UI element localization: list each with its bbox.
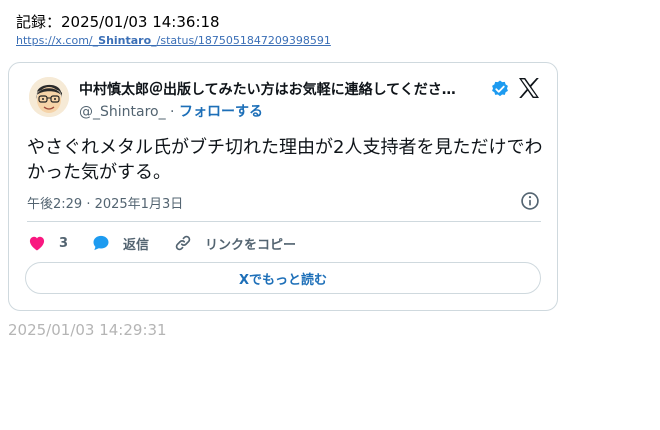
author-handle[interactable]: @_Shintaro_ (79, 104, 166, 120)
heart-icon (29, 236, 45, 251)
source-tweet-link[interactable]: https://x.com/_Shintaro_/status/18750518… (16, 34, 331, 47)
source-link-handle: _Shintaro_ (92, 34, 157, 47)
handle-separator: · (165, 104, 179, 120)
reply-label: 返信 (123, 237, 150, 253)
reply-button[interactable]: 返信 (91, 233, 149, 253)
link-icon (175, 235, 191, 251)
x-logo-icon[interactable] (517, 76, 541, 100)
tweet-card: 中村慎太郎＠出版してみたい方はお気軽に連絡してくださ… @_Shintaro_ … (8, 62, 558, 311)
info-icon[interactable] (520, 191, 540, 211)
read-more-button[interactable]: Xでもっと読む (25, 262, 541, 294)
source-link-prefix: https://x.com/ (16, 34, 93, 47)
source-link-suffix: /status/1875051847209398591 (156, 34, 331, 47)
like-count: 3 (59, 235, 69, 251)
copy-link-button[interactable]: リンクをコピー (173, 233, 296, 253)
reply-bubble-icon (93, 235, 109, 251)
author-handle-line: @_Shintaro_ · フォローする (79, 101, 263, 121)
tweet-timestamp[interactable]: 午後2:29 · 2025年1月3日 (27, 193, 183, 212)
divider (27, 221, 541, 222)
avatar[interactable] (29, 77, 69, 117)
author-name[interactable]: 中村慎太郎＠出版してみたい方はお気軽に連絡してくださ… (79, 79, 456, 99)
record-timestamp: 記録：2025/01/03 14:36:18 (16, 13, 220, 31)
tweet-text: やさぐれメタル氏がブチ切れた理由が2人支持者を見ただけでわかった気がする。 (27, 137, 543, 183)
follow-button[interactable]: フォローする (179, 104, 263, 120)
like-button[interactable]: 3 (27, 233, 68, 253)
recorded-time: 2025/01/03 14:29:31 (8, 321, 167, 339)
verified-badge-icon (492, 80, 508, 97)
copy-link-label: リンクをコピー (205, 237, 297, 253)
